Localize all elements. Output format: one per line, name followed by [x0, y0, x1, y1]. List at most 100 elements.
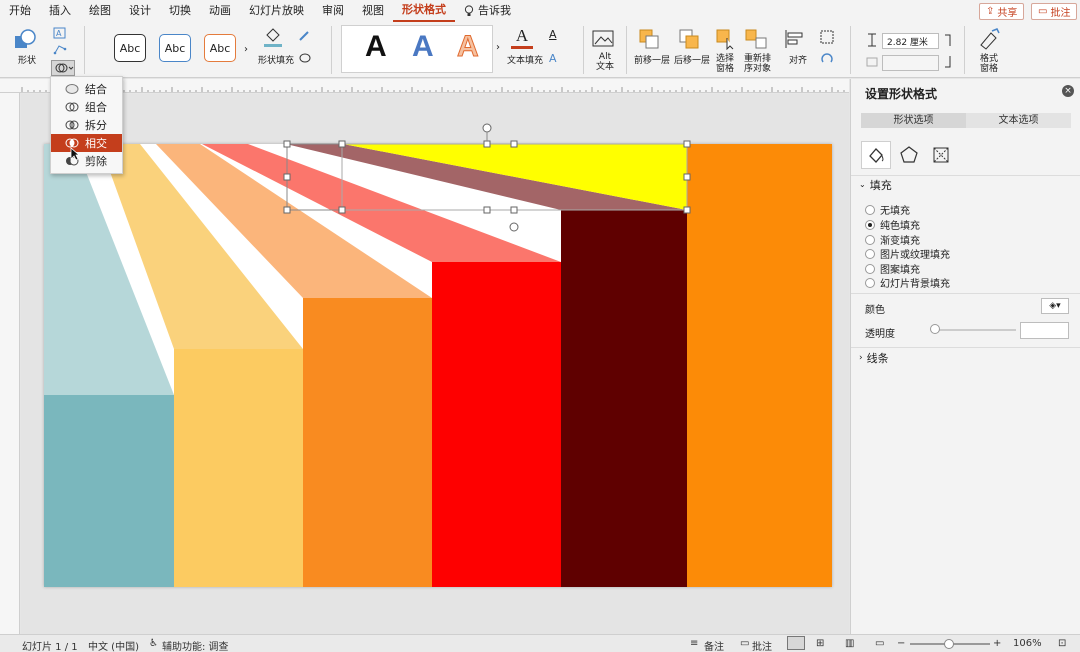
zoom-out-icon[interactable]: −: [897, 638, 905, 649]
zoom-in-icon[interactable]: +: [993, 638, 1001, 649]
tab-design[interactable]: 设计: [120, 0, 160, 22]
radio-solid-fill[interactable]: 纯色填充: [865, 217, 920, 232]
fill-section-header[interactable]: ⌄ 填充: [851, 175, 1080, 193]
notes-button[interactable]: 备注: [704, 638, 724, 652]
radio-pattern-fill[interactable]: 图案填充: [865, 261, 920, 276]
shape-fill-label: 形状填充: [258, 56, 295, 66]
language-indicator[interactable]: 中文 (中国): [88, 638, 139, 652]
size-properties-icon[interactable]: [931, 145, 951, 165]
tab-view[interactable]: 视图: [353, 0, 393, 22]
bring-forward-icon[interactable]: [638, 28, 660, 50]
radio-gradient-fill[interactable]: 渐变填充: [865, 232, 920, 247]
color-label: 颜色: [865, 305, 885, 316]
send-backward-label: 后移一层: [674, 56, 711, 66]
transparency-label: 透明度: [865, 329, 895, 340]
slide[interactable]: [44, 144, 832, 587]
normal-view-icon[interactable]: [787, 636, 805, 650]
merge-shapes-button[interactable]: [51, 60, 75, 76]
transparency-slider-thumb[interactable]: [930, 324, 940, 334]
share-icon: ⇪: [986, 6, 995, 17]
red-bar[interactable]: [432, 262, 561, 587]
tab-home[interactable]: 开始: [0, 0, 40, 22]
wordart-more-icon[interactable]: ›: [496, 42, 500, 53]
wordart-style-1[interactable]: A: [365, 30, 387, 64]
color-picker-button[interactable]: ◈▾: [1041, 298, 1069, 314]
reading-view-icon[interactable]: ▥: [845, 638, 854, 649]
yellow-bar[interactable]: [174, 349, 303, 587]
format-pane-icon[interactable]: [977, 27, 1001, 51]
alt-text-icon[interactable]: [592, 28, 614, 48]
zoom-level[interactable]: 106%: [1013, 638, 1042, 649]
line-section-header[interactable]: › 线条: [851, 349, 1080, 367]
shape-style-2[interactable]: Abc: [159, 34, 191, 62]
orange-bar[interactable]: [303, 298, 432, 587]
horizontal-ruler[interactable]: [0, 79, 849, 93]
wordart-style-3[interactable]: A: [457, 30, 480, 64]
text-box-icon[interactable]: A: [53, 27, 67, 39]
shape-style-1[interactable]: Abc: [114, 34, 146, 62]
shape-outline-icon[interactable]: [298, 30, 312, 42]
fill-line-tab[interactable]: [861, 141, 891, 169]
effects-pentagon-icon[interactable]: [899, 145, 919, 165]
text-effects-icon[interactable]: A: [549, 52, 557, 65]
group-icon[interactable]: [820, 30, 834, 44]
share-button[interactable]: ⇪ 共享: [979, 3, 1025, 20]
paint-bucket-small-icon: ◈▾: [1049, 301, 1061, 311]
radio-picture-fill[interactable]: 图片或纹理填充: [865, 246, 950, 261]
tab-shape-format[interactable]: 形状格式: [393, 0, 455, 22]
shape-style-3[interactable]: Abc: [204, 34, 236, 62]
align-icon[interactable]: [783, 28, 805, 50]
tab-shape-options[interactable]: 形状选项: [861, 113, 966, 128]
shape-width-input[interactable]: [882, 55, 939, 71]
zoom-slider-thumb[interactable]: [944, 639, 954, 649]
shape-effects-icon[interactable]: [298, 52, 312, 64]
tell-me[interactable]: 告诉我: [455, 0, 520, 22]
vertical-ruler[interactable]: [0, 93, 20, 634]
text-outline-icon[interactable]: A: [549, 28, 557, 41]
comments-button[interactable]: ▭ 批注: [1031, 3, 1078, 20]
fit-to-window-icon[interactable]: ⊡: [1058, 638, 1066, 649]
merge-fragment-item[interactable]: 拆分: [51, 116, 122, 134]
pane-title: 设置形状格式: [865, 87, 938, 101]
dark-orange-bar[interactable]: [687, 144, 832, 587]
rotate-icon[interactable]: [820, 52, 834, 66]
merge-combine-item[interactable]: 组合: [51, 98, 122, 116]
tab-text-options[interactable]: 文本选项: [966, 113, 1071, 128]
tab-animations[interactable]: 动画: [200, 0, 240, 22]
merge-intersect-item[interactable]: 相交: [51, 134, 122, 152]
reorder-objects-icon[interactable]: [744, 28, 768, 50]
merge-subtract-item[interactable]: 剪除: [51, 152, 122, 170]
lock-aspect-icon[interactable]: [944, 34, 952, 68]
edit-shape-icon[interactable]: [53, 43, 67, 55]
shapes-icon[interactable]: [14, 28, 38, 50]
text-fill-icon: A: [515, 26, 529, 45]
radio-slide-bg-fill[interactable]: 幻灯片背景填充: [865, 275, 950, 290]
selection-pane-icon[interactable]: [715, 28, 737, 50]
radio-no-fill[interactable]: 无填充: [865, 202, 910, 217]
wordart-style-2[interactable]: A: [412, 30, 434, 64]
text-fill-button[interactable]: A: [510, 26, 534, 52]
tab-insert[interactable]: 插入: [40, 0, 80, 22]
maroon-bar[interactable]: [561, 210, 687, 587]
send-backward-icon[interactable]: [678, 28, 700, 50]
teal-bar[interactable]: [44, 395, 174, 587]
paint-bucket-icon[interactable]: [262, 26, 284, 48]
close-icon[interactable]: ×: [1062, 85, 1074, 97]
merge-union-item[interactable]: 结合: [51, 80, 122, 98]
union-icon: [65, 84, 79, 94]
accessibility-icon: ♿: [149, 638, 158, 649]
tab-review[interactable]: 审阅: [313, 0, 353, 22]
selection-pane-label: 选择 窗格: [716, 54, 735, 74]
slideshow-icon[interactable]: ▭: [875, 638, 884, 649]
transparency-input[interactable]: [1020, 322, 1069, 339]
tab-transitions[interactable]: 切换: [160, 0, 200, 22]
transparency-slider[interactable]: [934, 329, 1016, 331]
styles-more-icon[interactable]: ›: [244, 44, 248, 55]
accessibility-status[interactable]: 辅助功能: 调查: [162, 638, 229, 652]
tab-slideshow[interactable]: 幻灯片放映: [240, 0, 313, 22]
combine-icon: [65, 102, 79, 112]
shape-height-input[interactable]: 2.82 厘米: [882, 33, 939, 49]
comments-status-button[interactable]: 批注: [752, 638, 772, 652]
slide-sorter-icon[interactable]: ⊞: [816, 638, 824, 649]
tab-draw[interactable]: 绘图: [80, 0, 120, 22]
